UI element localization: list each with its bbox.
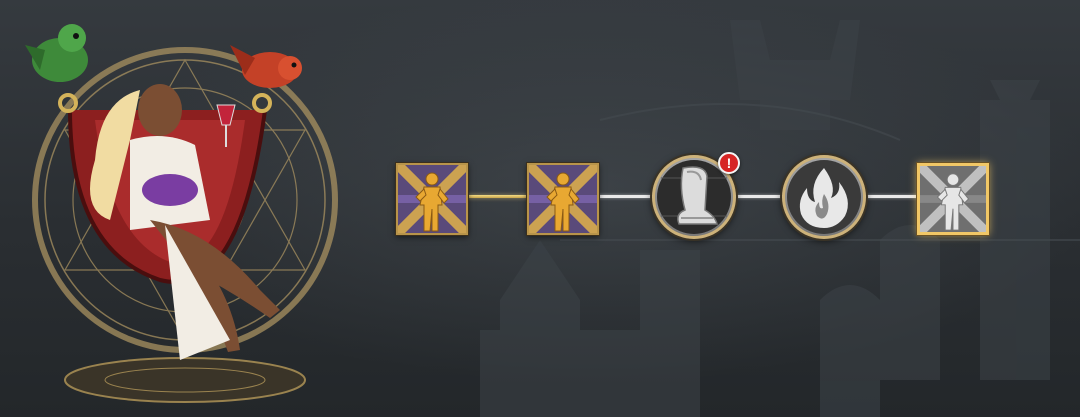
hero-pose-icon — [529, 165, 597, 233]
path-connector-1 — [466, 195, 528, 198]
path-connector-2 — [597, 195, 655, 198]
path-connector-4 — [864, 195, 918, 198]
alert-badge: ! — [718, 152, 740, 174]
flame-icon — [787, 160, 861, 234]
green-dragon-pet — [25, 24, 88, 82]
skill-node-2[interactable] — [527, 163, 599, 235]
skill-node-4[interactable] — [782, 155, 866, 239]
red-dragon-pet — [230, 45, 302, 88]
hero-pose-icon — [398, 165, 466, 233]
path-connector-3 — [735, 195, 783, 198]
hero-pose-icon — [920, 166, 986, 232]
hero-portrait — [25, 24, 338, 403]
skill-node-1[interactable] — [396, 163, 468, 235]
skill-node-5[interactable] — [917, 163, 989, 235]
